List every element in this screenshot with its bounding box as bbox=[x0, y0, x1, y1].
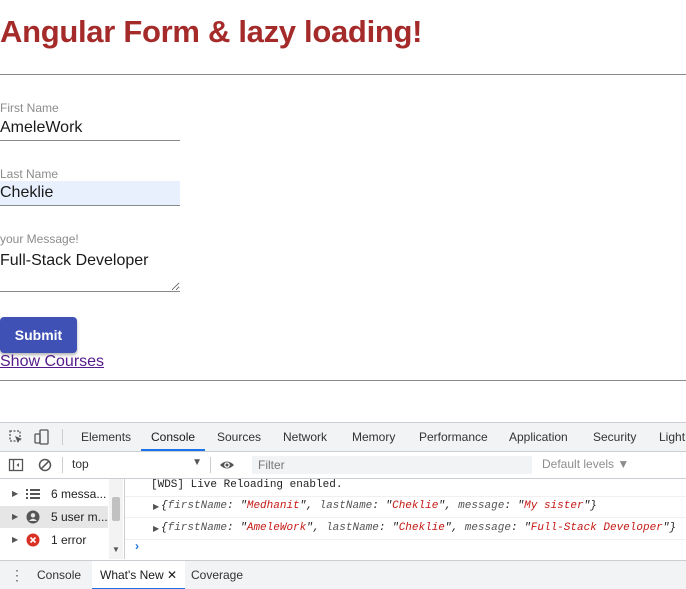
sidebar-item-label: 5 user m... bbox=[51, 510, 108, 524]
tab-elements[interactable]: Elements bbox=[81, 423, 131, 451]
tab-console[interactable]: Console bbox=[141, 423, 206, 451]
tab-application[interactable]: Application bbox=[509, 423, 568, 451]
show-sidebar-icon[interactable] bbox=[8, 457, 24, 473]
devtools-tabbar: Elements Console Sources Network Memory … bbox=[0, 423, 686, 452]
console-log-object[interactable]: ▶ {firstName: "Medhanit", lastName: "Che… bbox=[125, 496, 686, 518]
error-icon bbox=[26, 533, 40, 547]
close-icon[interactable]: ✕ bbox=[167, 568, 177, 582]
log-object-text: {firstName: "Medhanit", lastName: "Chekl… bbox=[161, 500, 597, 512]
chevron-down-icon: ▼ bbox=[192, 457, 202, 468]
tab-security[interactable]: Security bbox=[593, 423, 636, 451]
tab-sources[interactable]: Sources bbox=[217, 423, 261, 451]
context-label: top bbox=[72, 457, 89, 471]
expand-arrow-icon: ▶ bbox=[12, 535, 19, 544]
show-courses-link[interactable]: Show Courses bbox=[0, 353, 104, 371]
toolbar-separator bbox=[62, 457, 63, 473]
expand-arrow-icon: ▶ bbox=[12, 489, 19, 498]
default-levels-dropdown[interactable]: Default levels ▼ bbox=[542, 457, 629, 471]
tab-memory[interactable]: Memory bbox=[352, 423, 395, 451]
device-toolbar-icon[interactable] bbox=[34, 429, 50, 445]
scrollbar-thumb[interactable] bbox=[112, 497, 120, 521]
sidebar-item-label: 6 messa... bbox=[51, 487, 107, 501]
last-name-field: Last Name bbox=[0, 167, 180, 206]
last-name-input[interactable] bbox=[0, 181, 180, 206]
expand-arrow-icon: ▶ bbox=[12, 512, 19, 521]
tabbar-separator bbox=[62, 429, 63, 445]
sidebar-item-errors[interactable]: ▶ 1 error bbox=[0, 529, 108, 551]
sidebar-item-messages[interactable]: ▶ 6 messa... bbox=[0, 483, 108, 505]
top-divider bbox=[0, 74, 686, 75]
list-icon bbox=[26, 489, 40, 499]
tab-network[interactable]: Network bbox=[283, 423, 327, 451]
last-name-label: Last Name bbox=[0, 167, 59, 181]
scroll-down-arrow-icon[interactable]: ▼ bbox=[112, 545, 120, 554]
sidebar-item-label: 1 error bbox=[51, 533, 87, 547]
console-message: [WDS] Live Reloading enabled. bbox=[125, 475, 686, 497]
submit-button[interactable]: Submit bbox=[0, 317, 77, 353]
context-selector[interactable]: top ▼ bbox=[72, 457, 202, 473]
console-prompt-icon[interactable]: › bbox=[135, 539, 139, 553]
clear-console-icon[interactable] bbox=[37, 457, 53, 473]
first-name-input[interactable] bbox=[0, 115, 180, 141]
user-icon bbox=[26, 510, 40, 524]
expand-arrow-icon[interactable]: ▶ bbox=[153, 496, 159, 517]
message-label: your Message! bbox=[0, 232, 79, 246]
drawer-menu-icon[interactable]: ⋮ bbox=[10, 561, 24, 589]
drawer-tab-label: What's New bbox=[100, 568, 164, 582]
console-sidebar: ▶ 6 messa... ▶ 5 user m... ▶ 1 error ▼ bbox=[0, 479, 125, 559]
filter-input[interactable] bbox=[252, 456, 532, 474]
message-field: your Message! Full-Stack Developer bbox=[0, 232, 180, 292]
live-expression-eye-icon[interactable] bbox=[219, 457, 235, 473]
sidebar-item-user-messages[interactable]: ▶ 5 user m... bbox=[0, 506, 108, 528]
console-log-object[interactable]: ▶ {firstName: "AmeleWork", lastName: "Ch… bbox=[125, 518, 686, 540]
toolbar-separator bbox=[210, 457, 211, 473]
message-textarea[interactable]: Full-Stack Developer bbox=[0, 250, 180, 292]
inspect-element-icon[interactable] bbox=[8, 429, 24, 445]
first-name-field: First Name bbox=[0, 101, 180, 141]
tab-lighthouse[interactable]: Light bbox=[659, 423, 685, 451]
page-title: Angular Form & lazy loading! bbox=[0, 14, 423, 49]
first-name-label: First Name bbox=[0, 101, 59, 115]
tab-performance[interactable]: Performance bbox=[419, 423, 488, 451]
bottom-divider bbox=[0, 380, 686, 381]
console-output: [WDS] Live Reloading enabled. ▶ {firstNa… bbox=[125, 479, 686, 559]
log-object-text: {firstName: "AmeleWork", lastName: "Chek… bbox=[161, 522, 676, 534]
drawer-tabbar: ⋮ Console What's New ✕ Coverage bbox=[0, 560, 686, 589]
console-message-text: [WDS] Live Reloading enabled. bbox=[151, 479, 343, 491]
drawer-tab-whats-new[interactable]: What's New ✕ bbox=[92, 561, 186, 589]
drawer-tab-console[interactable]: Console bbox=[37, 561, 81, 589]
drawer-tab-coverage[interactable]: Coverage bbox=[191, 561, 243, 589]
devtools-panel: Elements Console Sources Network Memory … bbox=[0, 422, 686, 589]
expand-arrow-icon[interactable]: ▶ bbox=[153, 518, 159, 539]
